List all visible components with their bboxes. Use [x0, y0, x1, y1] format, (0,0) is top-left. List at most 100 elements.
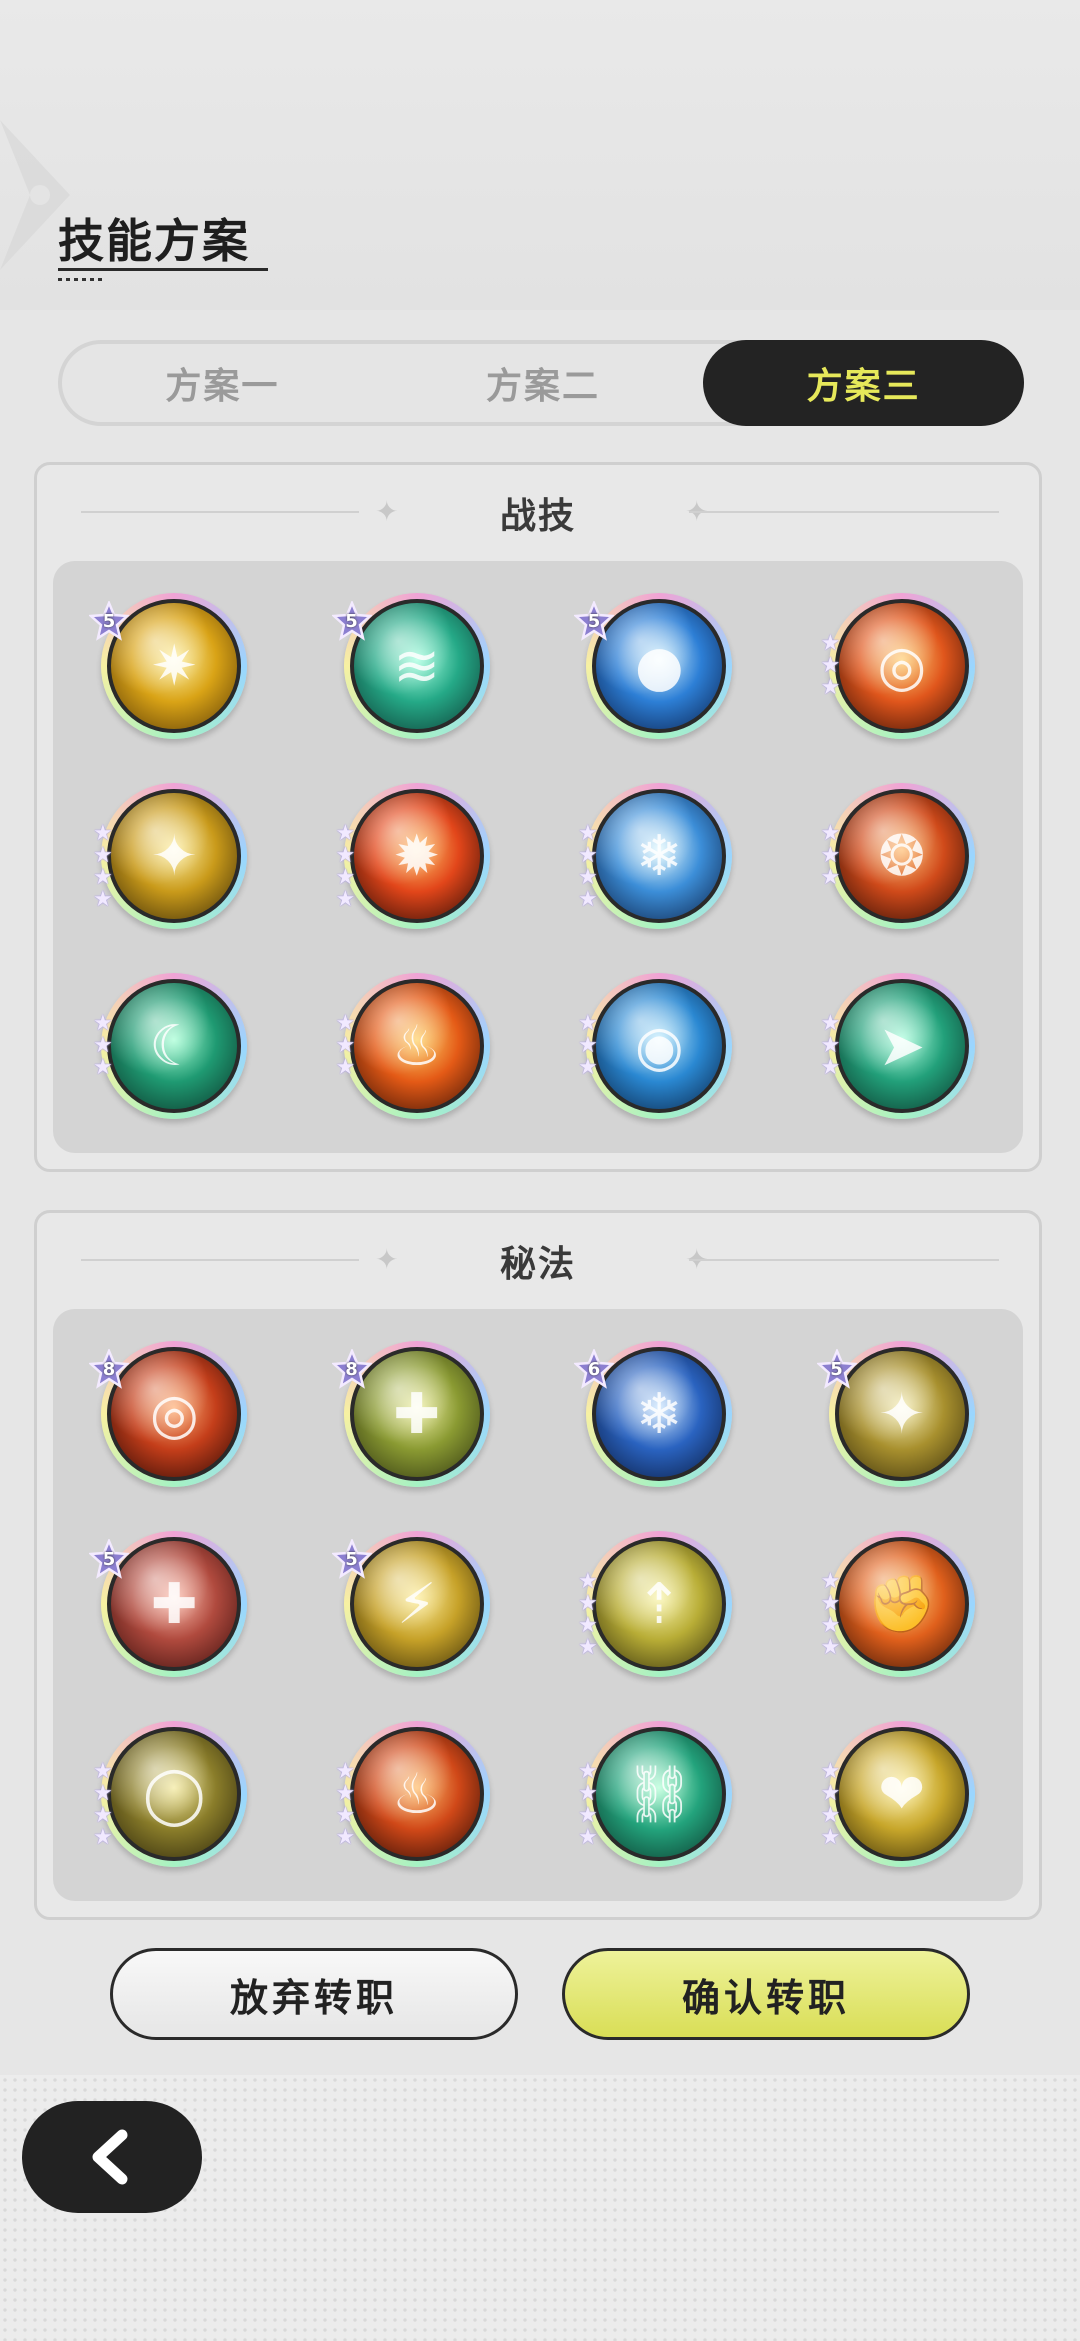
- skill-glyph: ◯: [142, 1761, 206, 1827]
- ice-crystals-icon[interactable]: ❄: [586, 783, 733, 929]
- skill-glyph: ◎: [877, 633, 927, 699]
- skill-glyph: ❄: [635, 1381, 683, 1447]
- secret-arts-grid: ◎ 8 ✚ 8 ❄ 6 ✦ 5 ✚ 5 ⚡ 5 ⇡ ★ ★ ★ ★ ✊ ★ ★ ★ ★ ◯ ★ ★ ★ ★ ♨ ★ ★ ★ ★ ⛓ ★ ★ ★ ★ ❤ ★ ★…: [53, 1309, 1023, 1901]
- star-icon: ★: [578, 821, 598, 846]
- rank-stars: ★ ★ ★ ★: [578, 1571, 604, 1659]
- flame-vortex-icon[interactable]: ◎: [828, 593, 975, 739]
- fire-comet-icon[interactable]: ✹: [343, 783, 490, 929]
- skill-glyph: ●: [634, 633, 684, 699]
- secret-arts-panel: ✦ 秘法 ✦ ◎ 8 ✚ 8 ❄ 6 ✦ 5 ✚ 5 ⚡ 5 ⇡ ★ ★ ★ ★ ✊ ★ ★ ★ ★ ◯ ★ ★ ★ ★ ♨ ★ ★ ★ ★ ⛓…: [34, 1210, 1042, 1920]
- fire-spirit-icon[interactable]: ♨: [343, 1721, 490, 1867]
- jade-chains-icon[interactable]: ⛓: [586, 1721, 733, 1867]
- skill-art: ☾: [107, 979, 242, 1113]
- radiant-heart-icon[interactable]: ❤: [828, 1721, 975, 1867]
- tab-plan-2[interactable]: 方案二: [383, 344, 704, 422]
- level-star-badge: 5: [87, 599, 131, 641]
- skill-slot-flame-swirl[interactable]: ❂ ★ ★ ★: [781, 783, 1024, 931]
- secret-arts-header: ✦ 秘法 ✦: [37, 1213, 1039, 1309]
- rank-stars: ★ ★ ★ ★: [578, 1761, 604, 1849]
- skill-slot-fire-comet[interactable]: ✹ ★ ★ ★ ★: [296, 783, 539, 931]
- skill-slot-golden-ring[interactable]: ◯ ★ ★ ★ ★: [53, 1721, 296, 1869]
- skill-slot-ice-crystals[interactable]: ❄ ★ ★ ★ ★: [538, 783, 781, 931]
- skill-slot-fire-spirit[interactable]: ♨ ★ ★ ★ ★: [296, 1721, 539, 1869]
- skill-grid: ✷ 5 ≋ 5 ● 5 ◎ ★ ★ ★ ✦ ★ ★ ★ ★ ✹ ★ ★ ★ ★ ❄ ★ ★ ★ ★ ❂ ★ ★ ★ ☾ ★ ★ ★ ♨ ★ ★ ★ ◉ ★ ★…: [53, 561, 1023, 1121]
- skill-slot-fire-core[interactable]: ◎ 8: [53, 1341, 296, 1489]
- skill-slot-wind-slash[interactable]: ☾ ★ ★ ★: [53, 973, 296, 1121]
- star-strike-icon[interactable]: ✦: [101, 783, 248, 929]
- skill-slot-frost-orb[interactable]: ● 5: [538, 593, 781, 741]
- skill-slot-healing-aura[interactable]: ✚ 8: [296, 1341, 539, 1489]
- skill-art: ➤: [834, 979, 969, 1113]
- golden-ring-icon[interactable]: ◯: [101, 1721, 248, 1867]
- level-number: 5: [587, 610, 601, 632]
- title-underline: [58, 268, 268, 271]
- star-icon: ★: [93, 1055, 113, 1080]
- star-icon: ★: [578, 843, 598, 868]
- star-icon: ★: [578, 865, 598, 890]
- star-icon: ★: [820, 1591, 841, 1616]
- skill-glyph: ✚: [393, 1381, 441, 1447]
- skill-slot-thunder-call[interactable]: ⚡ 5: [296, 1531, 539, 1679]
- skill-slot-radiant-heart[interactable]: ❤ ★ ★ ★ ★: [781, 1721, 1024, 1869]
- skill-glyph: ⛓: [623, 1762, 695, 1827]
- star-icon: ★: [578, 887, 598, 912]
- tab-plan-1[interactable]: 方案一: [62, 344, 383, 422]
- level-number: 8: [345, 1358, 358, 1380]
- combat-skills-panel: ✦ 战技 ✦ ✷ 5 ≋ 5 ● 5 ◎ ★ ★ ★ ✦ ★ ★ ★ ★ ✹ ★ ★ ★ ★ ❄ ★ ★ ★ ★ ❂ ★ ★ ★ ☾ ★ ★ ★…: [34, 462, 1042, 1172]
- skill-glyph: ♨: [391, 1761, 442, 1827]
- star-icon: ★: [335, 1759, 356, 1784]
- star-icon: ★: [578, 1825, 598, 1850]
- confirm-class-change-button[interactable]: 确认转职: [562, 1948, 970, 2040]
- skill-slot-star-strike[interactable]: ✦ ★ ★ ★ ★: [53, 783, 296, 931]
- water-vortex-icon[interactable]: ◉: [586, 973, 733, 1119]
- star-icon: ★: [578, 1781, 598, 1806]
- divider: [81, 511, 359, 513]
- star-icon: ★: [820, 843, 841, 868]
- skill-slot-gale-arrow[interactable]: ➤ ★ ★ ★: [781, 973, 1024, 1121]
- skill-art: ◎: [834, 599, 969, 733]
- skill-slot-rising-power[interactable]: ⇡ ★ ★ ★ ★: [538, 1531, 781, 1679]
- star-icon: ★: [578, 1569, 598, 1594]
- star-icon: ★: [93, 887, 113, 912]
- back-button[interactable]: [22, 2101, 202, 2213]
- skill-slot-jade-chains[interactable]: ⛓ ★ ★ ★ ★: [538, 1721, 781, 1869]
- skill-art: ⇡: [592, 1537, 727, 1671]
- skill-slot-golden-guard[interactable]: ✦ 5: [781, 1341, 1024, 1489]
- flame-swirl-icon[interactable]: ❂: [828, 783, 975, 929]
- rank-stars: ★ ★ ★ ★: [93, 1761, 119, 1849]
- skill-slot-water-vortex[interactable]: ◉ ★ ★ ★: [538, 973, 781, 1121]
- skill-slot-burning-fist[interactable]: ✊ ★ ★ ★ ★: [781, 1531, 1024, 1679]
- skill-slot-blood-boost[interactable]: ✚ 5: [53, 1531, 296, 1679]
- wildfire-icon[interactable]: ♨: [343, 973, 490, 1119]
- star-icon: ★: [820, 675, 841, 700]
- skill-art: ♨: [349, 979, 484, 1113]
- rank-stars: ★ ★ ★ ★: [93, 823, 119, 911]
- star-icon: ★: [820, 1055, 841, 1080]
- star-icon: ★: [578, 1055, 598, 1080]
- skill-slot-jade-wind[interactable]: ≋ 5: [296, 593, 539, 741]
- tab-plan-3[interactable]: 方案三: [703, 340, 1025, 426]
- sparkle-icon: ✦: [375, 495, 399, 528]
- skill-glyph: ✷: [150, 633, 198, 699]
- star-icon: ★: [93, 1033, 113, 1058]
- wind-slash-icon[interactable]: ☾: [101, 973, 248, 1119]
- abandon-class-change-button[interactable]: 放弃转职: [110, 1948, 518, 2040]
- star-icon: ★: [820, 1759, 841, 1784]
- combat-skills-header: ✦ 战技 ✦: [37, 465, 1039, 561]
- rising-power-icon[interactable]: ⇡: [586, 1531, 733, 1677]
- skill-slot-frost-shield[interactable]: ❄ 6: [538, 1341, 781, 1489]
- rank-stars: ★ ★ ★ ★: [336, 1761, 362, 1849]
- sparkle-icon: ✦: [375, 1243, 399, 1276]
- skill-slot-wildfire[interactable]: ♨ ★ ★ ★: [296, 973, 539, 1121]
- gale-arrow-icon[interactable]: ➤: [828, 973, 975, 1119]
- skill-slot-golden-burst[interactable]: ✷ 5: [53, 593, 296, 741]
- star-icon: ★: [335, 843, 356, 868]
- skill-slot-flame-vortex[interactable]: ◎ ★ ★ ★: [781, 593, 1024, 741]
- burning-fist-icon[interactable]: ✊: [828, 1531, 975, 1677]
- star-icon: ★: [578, 1635, 598, 1660]
- star-icon: ★: [578, 1591, 598, 1616]
- rank-stars: ★ ★ ★: [821, 823, 847, 889]
- star-icon: ★: [820, 1825, 841, 1850]
- skill-grid: ◎ 8 ✚ 8 ❄ 6 ✦ 5 ✚ 5 ⚡ 5 ⇡ ★ ★ ★ ★ ✊ ★ ★ ★ ★ ◯ ★ ★ ★ ★ ♨ ★ ★ ★ ★ ⛓ ★ ★ ★ ★ ❤ ★ ★…: [53, 1309, 1023, 1869]
- divider: [689, 511, 999, 513]
